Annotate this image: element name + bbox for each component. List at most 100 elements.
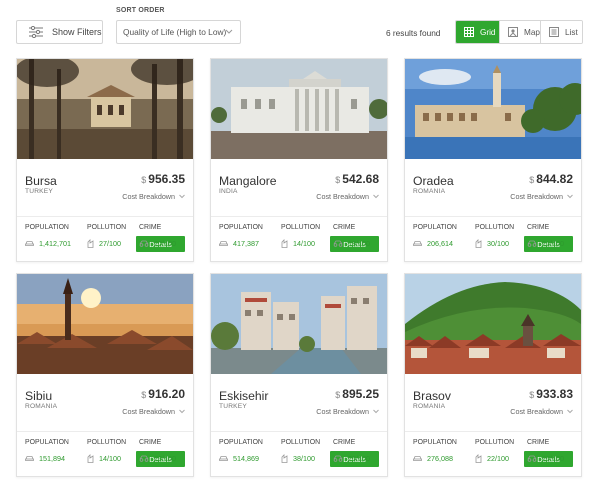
car-icon: [413, 456, 422, 461]
pollution-number: 38/100: [293, 454, 315, 463]
list-view-button[interactable]: List: [540, 21, 582, 43]
population-number: 1,412,701: [39, 239, 71, 248]
price-value: 844.82: [536, 172, 573, 186]
card-divider: [17, 431, 193, 432]
currency-symbol: $: [141, 175, 147, 185]
crime-label: CRIME: [139, 439, 162, 446]
pollution-label: POLLUTION: [281, 224, 321, 231]
cost-breakdown-toggle[interactable]: Cost Breakdown: [510, 407, 573, 416]
cost-breakdown-toggle[interactable]: Cost Breakdown: [316, 407, 379, 416]
sort-order-caption: SORT ORDER: [116, 7, 165, 14]
pollution-value: 14/100: [281, 239, 315, 248]
pollution-value: 27/100: [87, 239, 121, 248]
police-car-icon: [527, 455, 537, 462]
price-value: 956.35: [148, 172, 185, 186]
pollution-value: 38/100: [281, 454, 315, 463]
chevron-down-icon: [179, 409, 185, 414]
factory-icon: [475, 239, 482, 248]
card-divider: [405, 216, 581, 217]
city-country: TURKEY: [25, 188, 53, 195]
pollution-label: POLLUTION: [281, 439, 321, 446]
city-name: Eskisehir: [219, 389, 269, 403]
car-icon: [25, 456, 34, 461]
population-value: 1,412,701: [25, 239, 71, 248]
map-icon: [508, 27, 518, 37]
price-value: 895.25: [342, 387, 379, 401]
police-car-icon: [139, 455, 149, 462]
city-photo: [405, 274, 581, 374]
factory-icon: [87, 239, 94, 248]
pollution-label: POLLUTION: [87, 224, 127, 231]
crime-number: 20/100: [154, 239, 176, 248]
population-value: 151,894: [25, 454, 65, 463]
card-divider: [405, 431, 581, 432]
city-photo: [17, 274, 193, 374]
population-label: POPULATION: [219, 224, 263, 231]
car-icon: [219, 456, 228, 461]
city-country: TURKEY: [219, 403, 247, 410]
sort-order-select[interactable]: Quality of Life (High to Low): [116, 20, 241, 44]
chevron-down-icon: [179, 194, 185, 199]
map-view-button[interactable]: Map: [499, 21, 540, 43]
view-toggle: Grid Map List: [455, 20, 583, 44]
population-label: POPULATION: [219, 439, 263, 446]
city-price: $956.35: [141, 172, 185, 186]
pollution-number: 30/100: [487, 239, 509, 248]
factory-icon: [475, 454, 482, 463]
city-photo: [211, 274, 387, 374]
crime-value: 23/100: [139, 454, 176, 463]
price-value: 933.83: [536, 387, 573, 401]
crime-number: 25/100: [542, 454, 564, 463]
pollution-label: POLLUTION: [475, 224, 515, 231]
factory-icon: [281, 454, 288, 463]
list-icon: [549, 27, 559, 37]
city-price: $542.68: [335, 172, 379, 186]
pollution-value: 22/100: [475, 454, 509, 463]
currency-symbol: $: [141, 390, 147, 400]
map-view-label: Map: [524, 27, 540, 37]
city-price: $916.20: [141, 387, 185, 401]
factory-icon: [281, 239, 288, 248]
cost-breakdown-label: Cost Breakdown: [122, 192, 175, 201]
cost-breakdown-toggle[interactable]: Cost Breakdown: [316, 192, 379, 201]
cost-breakdown-toggle[interactable]: Cost Breakdown: [510, 192, 573, 201]
currency-symbol: $: [335, 175, 341, 185]
city-card: Details Oradea ROMANIA $844.82 Cost Brea…: [404, 58, 582, 262]
pollution-value: 14/100: [87, 454, 121, 463]
pollution-label: POLLUTION: [87, 439, 127, 446]
cost-breakdown-label: Cost Breakdown: [316, 407, 369, 416]
pollution-label: POLLUTION: [475, 439, 515, 446]
crime-label: CRIME: [139, 224, 162, 231]
crime-label: CRIME: [527, 224, 550, 231]
list-view-label: List: [565, 27, 578, 37]
police-car-icon: [139, 240, 149, 247]
show-filters-button[interactable]: Show Filters: [16, 20, 103, 44]
police-car-icon: [333, 240, 343, 247]
grid-view-button[interactable]: Grid: [456, 21, 499, 43]
chevron-down-icon: [225, 27, 233, 37]
cost-breakdown-toggle[interactable]: Cost Breakdown: [122, 407, 185, 416]
results-count: 6 results found: [386, 28, 441, 38]
city-price: $844.82: [529, 172, 573, 186]
population-value: 276,088: [413, 454, 453, 463]
pollution-value: 30/100: [475, 239, 509, 248]
city-photo: [405, 59, 581, 159]
toolbar: Show Filters SORT ORDER Quality of Life …: [0, 0, 596, 52]
population-label: POPULATION: [413, 224, 457, 231]
city-name: Brasov: [413, 389, 451, 403]
population-value: 417,387: [219, 239, 259, 248]
cost-breakdown-toggle[interactable]: Cost Breakdown: [122, 192, 185, 201]
city-card: Details Eskisehir TURKEY $895.25 Cost Br…: [210, 273, 388, 477]
show-filters-label: Show Filters: [52, 27, 102, 37]
population-number: 417,387: [233, 239, 259, 248]
city-card: Details Bursa TURKEY $956.35 Cost Breakd…: [16, 58, 194, 262]
currency-symbol: $: [335, 390, 341, 400]
police-car-icon: [527, 240, 537, 247]
city-card: Details Mangalore INDIA $542.68 Cost Bre…: [210, 58, 388, 262]
city-name: Sibiu: [25, 389, 53, 403]
cost-breakdown-label: Cost Breakdown: [510, 192, 563, 201]
pollution-number: 14/100: [99, 454, 121, 463]
sliders-icon: [29, 25, 43, 39]
crime-number: 21/100: [542, 239, 564, 248]
pollution-number: 14/100: [293, 239, 315, 248]
